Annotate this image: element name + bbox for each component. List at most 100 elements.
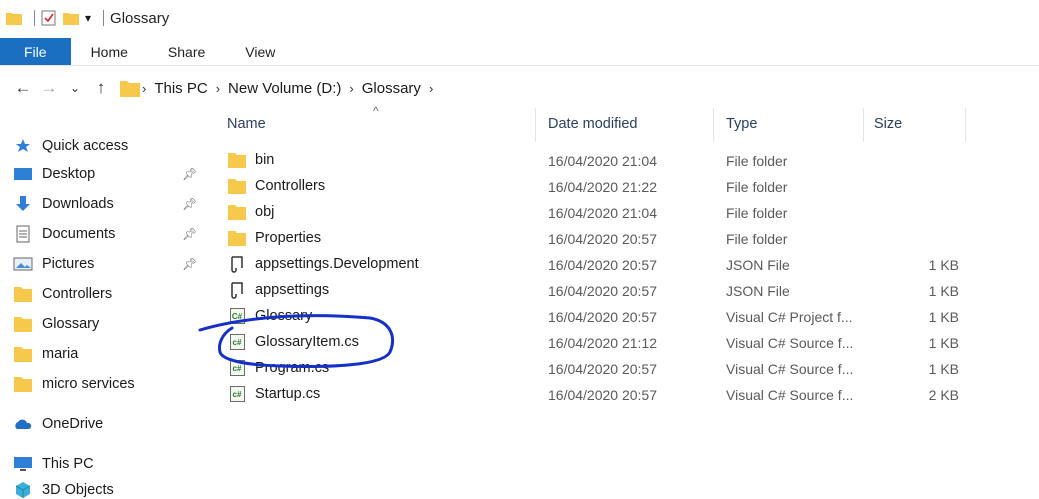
file-type: File folder [726,231,788,247]
sidebar-item-label: 3D Objects [42,482,114,498]
customize-toolbar-icon[interactable]: ▾ [85,11,91,25]
sidebar-item-label: Quick access [42,138,129,154]
column-type[interactable]: Type [726,116,757,132]
sidebar-item-label: Controllers [42,286,113,302]
sidebar-item-controllers[interactable]: Controllers [12,280,207,308]
folder-icon [227,229,247,247]
file-type: File folder [726,153,788,169]
sidebar-item-label: micro services [42,376,135,392]
list-item[interactable]: appsettings.Development 16/04/2020 20:57… [213,252,973,278]
sidebar-item-3d-objects[interactable]: 3D Objects [12,476,207,499]
divider [34,10,35,26]
column-name[interactable]: Name [227,116,266,132]
properties-icon[interactable] [41,10,57,26]
file-name: Program.cs [255,360,330,376]
file-name: Properties [255,230,322,246]
tab-home[interactable]: Home [71,38,148,65]
cs-file-icon: c# [227,359,247,377]
folder-icon [120,79,140,97]
column-divider[interactable] [965,108,966,142]
column-size[interactable]: Size [874,116,902,132]
folder-icon [227,203,247,221]
list-item[interactable]: C# Glossary 16/04/2020 20:57 Visual C# Pr… [213,304,973,330]
file-size: 1 KB [928,283,959,299]
file-type: JSON File [726,283,790,299]
sidebar-item-pictures[interactable]: Pictures 📌︎ [12,250,207,278]
sidebar-item-downloads[interactable]: Downloads 📌︎ [12,190,207,218]
file-name: bin [255,152,275,168]
arrow-left-icon[interactable]: ← [10,74,36,102]
file-date: 16/04/2020 21:12 [548,335,657,351]
list-item[interactable]: c# GlossaryItem.cs 16/04/2020 21:12 Visua… [213,330,973,356]
file-type: JSON File [726,257,790,273]
folder-icon [12,315,34,333]
file-name: GlossaryItem.cs [255,334,359,350]
file-type: Visual C# Project f... [726,309,853,325]
file-name: appsettings.Development [255,256,419,272]
sidebar-item-desktop[interactable]: Desktop 📌︎ [12,160,207,188]
pin-icon[interactable]: 📌︎ [182,257,197,271]
chevron-right-icon[interactable]: › [216,81,220,96]
column-date-modified[interactable]: Date modified [548,116,637,132]
sidebar-item-maria[interactable]: maria [12,340,207,368]
file-name: Glossary [255,308,313,324]
csproj-file-icon: C# [227,307,247,325]
cs-file-icon: c# [227,333,247,351]
address-bar[interactable]: › This PC › New Volume (D:) › Glossary › [120,74,435,102]
sidebar-item-documents[interactable]: Documents 📌︎ [12,220,207,248]
sidebar-item-glossary[interactable]: Glossary [12,310,207,338]
breadcrumb-new-volume[interactable]: New Volume (D:) [228,80,341,97]
arrow-up-icon[interactable]: ↑ [88,74,114,102]
sidebar-item-label: maria [42,346,79,362]
list-item[interactable]: obj 16/04/2020 21:04 File folder [213,200,973,226]
list-item[interactable]: Properties 16/04/2020 20:57 File folder [213,226,973,252]
pin-icon[interactable]: 📌︎ [182,227,197,241]
tab-file[interactable]: File [0,38,71,65]
chevron-down-icon[interactable]: ⌄ [62,74,88,102]
chevron-right-icon[interactable]: › [349,81,353,96]
list-item[interactable]: appsettings 16/04/2020 20:57 JSON File 1… [213,278,973,304]
arrow-right-icon[interactable]: → [36,74,62,102]
file-type: File folder [726,179,788,195]
chevron-right-icon[interactable]: › [429,81,433,96]
file-name: Controllers [255,178,326,194]
file-size: 1 KB [928,257,959,273]
new-folder-icon[interactable] [63,10,79,26]
navigation-pane: Quick access Desktop 📌︎ Downloads 📌︎ Doc… [0,130,210,499]
list-item[interactable]: Controllers 16/04/2020 21:22 File folder [213,174,973,200]
breadcrumb-glossary[interactable]: Glossary [362,80,421,97]
column-divider[interactable] [535,108,536,142]
list-item[interactable]: c# Startup.cs 16/04/2020 20:57 Visual C# … [213,382,973,408]
column-divider[interactable] [863,108,864,142]
ribbon-tabs: File Home Share View [0,38,1039,66]
file-date: 16/04/2020 20:57 [548,309,657,325]
tab-view[interactable]: View [225,38,295,65]
sort-ascending-icon: ^ [373,104,379,118]
sidebar-item-micro-services[interactable]: micro services [12,370,207,398]
pin-icon[interactable]: 📌︎ [182,167,197,181]
list-item[interactable]: bin 16/04/2020 21:04 File folder [213,148,973,174]
computer-icon [12,455,34,473]
breadcrumb-this-pc[interactable]: This PC [154,80,207,97]
file-date: 16/04/2020 21:22 [548,179,657,195]
window-title: Glossary [110,9,170,27]
list-item[interactable]: c# Program.cs 16/04/2020 20:57 Visual C# … [213,356,973,382]
sidebar-item-onedrive[interactable]: OneDrive [12,410,207,438]
column-divider[interactable] [713,108,714,142]
tab-share[interactable]: Share [148,38,225,65]
json-file-icon [227,281,247,299]
title-bar: ▾ Glossary [0,0,1039,36]
file-size: 2 KB [928,387,959,403]
chevron-right-icon[interactable]: › [142,81,146,96]
cs-file-icon: c# [227,385,247,403]
divider [103,10,105,26]
sidebar-item-label: Documents [42,226,116,242]
file-type: Visual C# Source f... [726,387,854,403]
file-name: obj [255,204,275,220]
cloud-icon [12,415,34,433]
pin-icon[interactable]: 📌︎ [182,197,197,211]
file-date: 16/04/2020 21:04 [548,205,657,221]
sidebar-item-this-pc[interactable]: This PC [12,450,207,478]
sidebar-item-quick-access[interactable]: Quick access [12,132,207,160]
json-file-icon [227,255,247,273]
